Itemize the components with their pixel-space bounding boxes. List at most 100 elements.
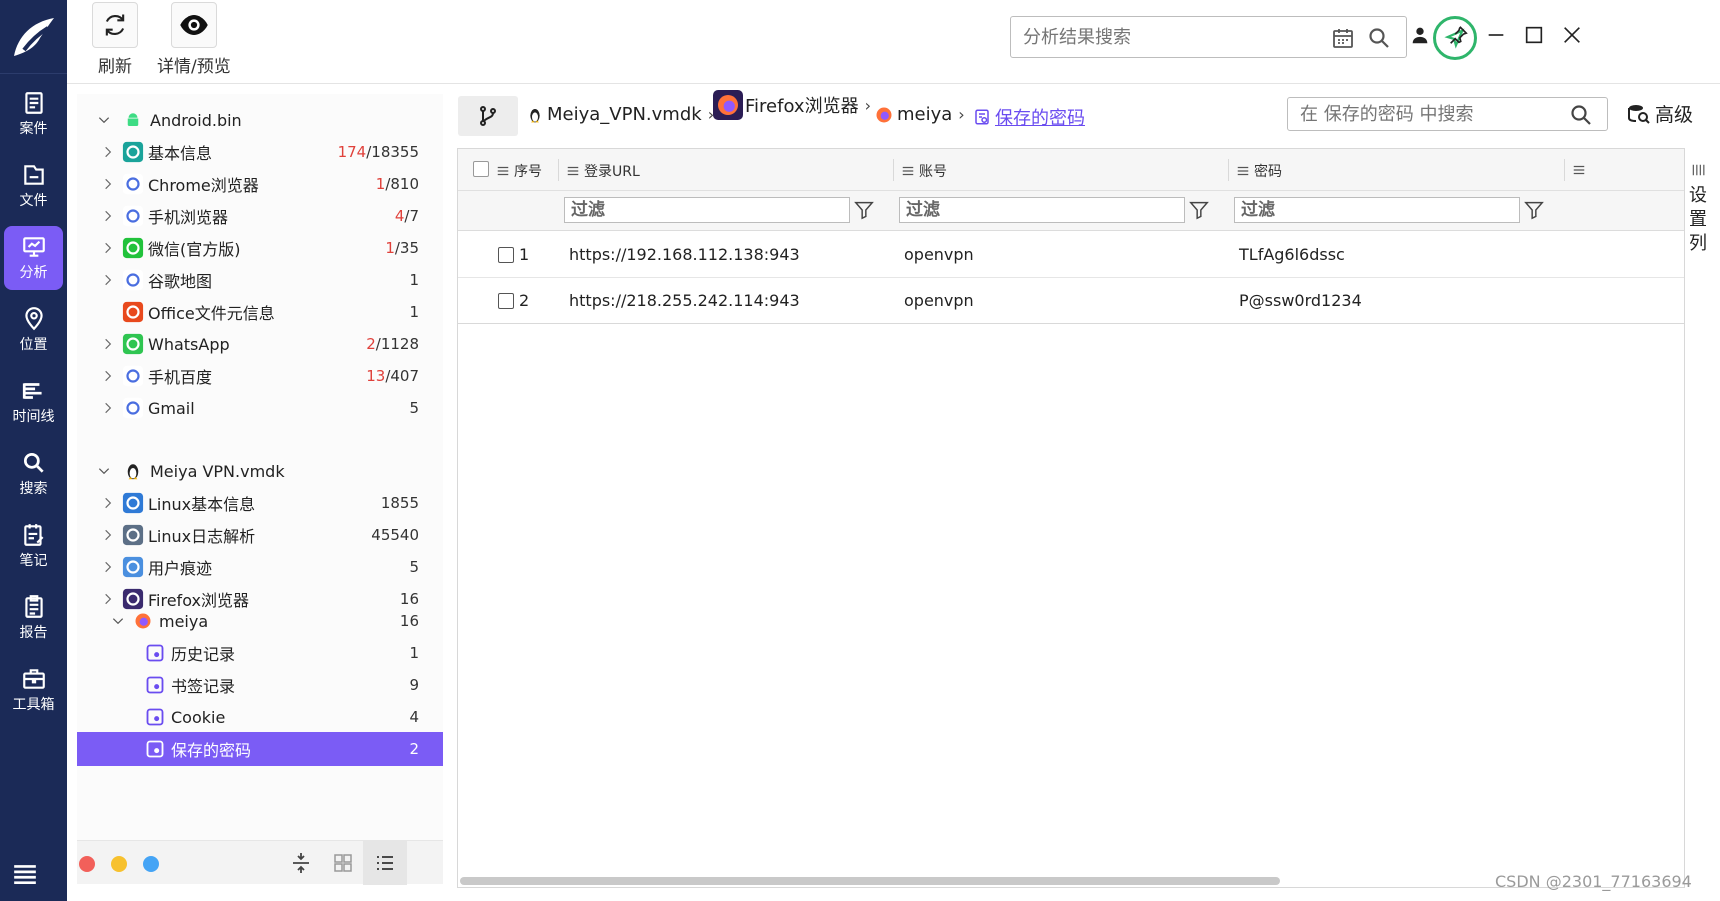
user-icon[interactable]: [1409, 24, 1431, 46]
tree-item[interactable]: 保存的密码 2: [77, 732, 443, 766]
rail-item-file[interactable]: 文件: [0, 154, 67, 218]
chevron-down-icon[interactable]: [97, 113, 111, 127]
chevron-right-icon[interactable]: [101, 528, 115, 542]
user-trace-icon: [121, 555, 145, 579]
linux-icon: [530, 108, 540, 122]
tree-item[interactable]: Gmail 5: [77, 391, 443, 425]
tree-item-meiya[interactable]: meiya 16: [77, 604, 443, 638]
chevron-right-icon[interactable]: [101, 401, 115, 415]
tree-item[interactable]: 谷歌地图 1: [77, 263, 443, 297]
chevron-down-icon[interactable]: [111, 614, 125, 628]
tree-item[interactable]: Linux基本信息 1855: [77, 486, 443, 520]
calendar-icon[interactable]: [1331, 26, 1355, 50]
close-icon[interactable]: [1561, 24, 1583, 46]
local-search-input[interactable]: [1300, 103, 1560, 125]
analysis-search-input[interactable]: [1023, 25, 1303, 49]
column-resizer[interactable]: [1228, 159, 1229, 181]
column-settings-button[interactable]: 设 置 列: [1683, 160, 1713, 256]
tree-item-label: 手机百度: [148, 368, 213, 387]
menu-icon[interactable]: [12, 861, 38, 887]
chevron-right-icon[interactable]: [101, 145, 115, 159]
refresh-button[interactable]: 刷新: [92, 2, 138, 77]
rail-item-toolbox[interactable]: 工具箱: [0, 658, 67, 722]
breadcrumb-item-source[interactable]: Meiya_VPN.vmdk ›: [527, 104, 714, 125]
table-row[interactable]: 1 https://192.168.112.138:943 openvpn TL…: [458, 232, 1684, 278]
column-header-url[interactable]: 登录URL: [566, 161, 640, 181]
select-all-checkbox[interactable]: [473, 161, 489, 177]
status-dot-red[interactable]: [79, 856, 95, 872]
tree-item[interactable]: 用户痕迹 5: [77, 550, 443, 584]
filter-password-input[interactable]: 过滤: [1234, 197, 1520, 223]
chevron-right-icon[interactable]: [101, 241, 115, 255]
analysis-search-box[interactable]: [1010, 16, 1407, 58]
column-header-password[interactable]: 密码: [1236, 161, 1282, 181]
watermark: CSDN @2301_77163694: [1495, 872, 1692, 891]
status-dot-yellow[interactable]: [111, 856, 127, 872]
column-header-account[interactable]: 账号: [901, 161, 947, 181]
filter-icon[interactable]: [1523, 199, 1545, 221]
tree-item[interactable]: 书签记录 9: [77, 668, 443, 702]
column-settings-label: 置: [1689, 209, 1707, 230]
advanced-search-button[interactable]: 高级: [1627, 100, 1693, 127]
tree-item[interactable]: Chrome浏览器 1/810: [77, 167, 443, 201]
rail-item-analysis[interactable]: 分析: [4, 226, 63, 290]
column-header-index[interactable]: 序号: [496, 161, 542, 181]
chevron-down-icon[interactable]: [97, 464, 111, 478]
search-icon[interactable]: [1367, 26, 1391, 50]
table-row[interactable]: 2 https://218.255.242.114:943 openvpn P@…: [458, 278, 1684, 324]
list-view-button[interactable]: [363, 841, 407, 885]
tree-item[interactable]: Linux日志解析 45540: [77, 518, 443, 552]
filter-url-input[interactable]: 过滤: [564, 197, 850, 223]
filter-icon[interactable]: [853, 199, 875, 221]
column-resizer[interactable]: [1564, 159, 1565, 181]
horizontal-scrollbar[interactable]: [460, 877, 1280, 885]
tree-item[interactable]: 手机浏览器 4/7: [77, 199, 443, 233]
tree-item[interactable]: WhatsApp 2/1128: [77, 327, 443, 361]
rail-item-case[interactable]: 案件: [0, 82, 67, 146]
tree-item[interactable]: 微信(官方版) 1/35: [77, 231, 443, 265]
status-dot-blue[interactable]: [143, 856, 159, 872]
rail-item-timeline[interactable]: 时间线: [0, 370, 67, 434]
chevron-right-icon[interactable]: [101, 560, 115, 574]
branch-button[interactable]: [458, 96, 518, 136]
breadcrumb-item-current[interactable]: 保存的密码: [973, 104, 1085, 130]
tree-item[interactable]: Cookie 4: [77, 700, 443, 734]
search-icon[interactable]: [1569, 103, 1593, 127]
filter-icon[interactable]: [1188, 199, 1210, 221]
tree-item[interactable]: 历史记录 1: [77, 636, 443, 670]
filter-account-input[interactable]: 过滤: [899, 197, 1185, 223]
chevron-right-icon[interactable]: [101, 177, 115, 191]
rail-item-search[interactable]: 搜索: [0, 442, 67, 506]
tree-item[interactable]: Office文件元信息 1: [77, 295, 443, 329]
tree-item[interactable]: 手机百度 13/407: [77, 359, 443, 393]
pin-icon[interactable]: [1447, 24, 1469, 46]
breadcrumb-item-profile[interactable]: meiya ›: [875, 104, 965, 125]
local-search-box[interactable]: [1287, 97, 1608, 131]
column-menu-icon[interactable]: [1572, 163, 1586, 177]
tree-item[interactable]: 基本信息 174/18355: [77, 135, 443, 169]
gmail-icon: [121, 396, 145, 420]
chevron-right-icon[interactable]: [101, 209, 115, 223]
tree-item-label: 谷歌地图: [148, 272, 213, 291]
rail-item-note[interactable]: 笔记: [0, 514, 67, 578]
collapse-icon[interactable]: [289, 851, 313, 875]
chevron-right-icon[interactable]: [101, 337, 115, 351]
maximize-icon[interactable]: [1523, 24, 1545, 46]
chevron-right-icon[interactable]: [101, 369, 115, 383]
grid-view-icon[interactable]: [331, 851, 355, 875]
rail-item-report[interactable]: 报告: [0, 586, 67, 650]
chevron-right-icon[interactable]: [101, 496, 115, 510]
tree-item-count: 9: [409, 676, 419, 694]
detail-preview-button[interactable]: 详情/预览: [157, 2, 231, 77]
tree-item-count: 1: [409, 644, 419, 662]
row-checkbox[interactable]: [498, 293, 514, 309]
chevron-right-icon[interactable]: [101, 273, 115, 287]
rail-item-location[interactable]: 位置: [0, 298, 67, 362]
column-resizer[interactable]: [558, 159, 559, 181]
tree-source-vmdk[interactable]: Meiya VPN.vmdk: [77, 454, 443, 488]
column-resizer[interactable]: [893, 159, 894, 181]
breadcrumb-item-firefox[interactable]: Firefox浏览器 ›: [713, 90, 871, 120]
minimize-icon[interactable]: [1485, 24, 1507, 46]
tree-source-android[interactable]: Android.bin: [77, 103, 443, 137]
row-checkbox[interactable]: [498, 247, 514, 263]
